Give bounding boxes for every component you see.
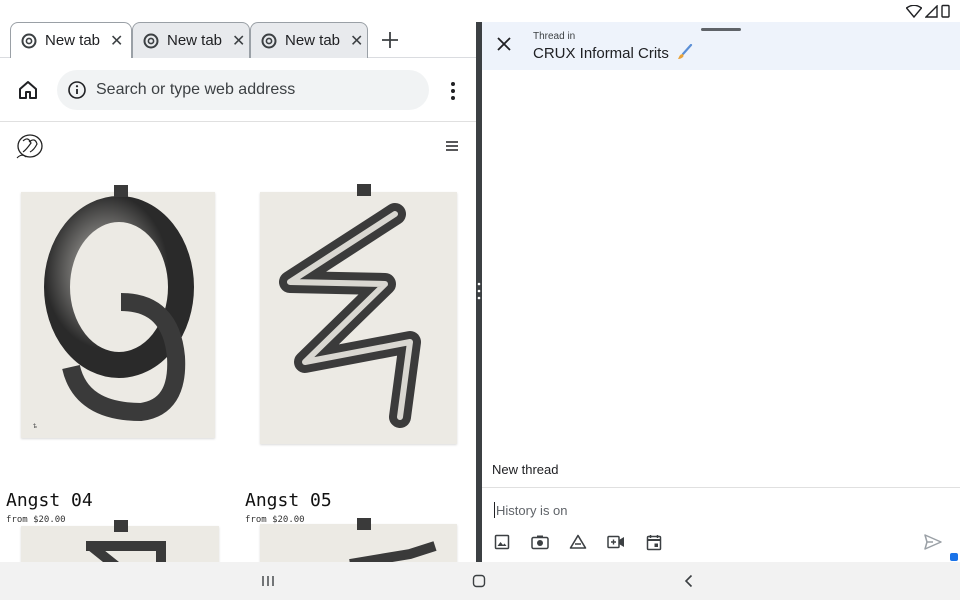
battery-icon: [941, 4, 950, 18]
tab-title: New tab: [45, 32, 101, 49]
sheet-drag-handle[interactable]: [701, 28, 741, 31]
tape: [114, 520, 128, 532]
tape: [357, 518, 371, 530]
more-vert-icon[interactable]: [446, 80, 460, 102]
product-name[interactable]: Angst 05: [245, 490, 332, 511]
back-icon[interactable]: [681, 573, 697, 589]
info-icon[interactable]: [67, 80, 87, 100]
camera-icon: [531, 535, 549, 550]
send-icon[interactable]: [923, 533, 943, 551]
wifi-icon: [906, 4, 922, 18]
calendar-icon: [646, 534, 662, 550]
message-placeholder: History is on: [496, 502, 568, 518]
tape: [114, 185, 128, 197]
new-tab-icon[interactable]: [380, 30, 400, 50]
tab-strip: New tab ✕ New tab ✕ New tab ✕: [0, 22, 476, 58]
screen: New tab ✕ New tab ✕ New tab ✕ Search or …: [0, 0, 960, 600]
tab-2[interactable]: New tab ✕: [132, 22, 250, 58]
video-meeting-icon: [607, 535, 624, 549]
recent-apps-icon[interactable]: [260, 573, 276, 589]
close-tab-icon[interactable]: ✕: [232, 31, 245, 51]
chrome-icon: [261, 33, 277, 48]
text-caret: [494, 502, 495, 518]
chrome-icon: [21, 33, 37, 48]
thread-header: Thread in CRUX Informal Crits: [482, 22, 960, 70]
message-input[interactable]: History is on: [494, 500, 914, 520]
calendar-button[interactable]: [644, 532, 664, 552]
space-name: CRUX Informal Crits: [533, 45, 669, 62]
composer-divider: [482, 487, 960, 488]
artwork-angst-04: ѣ: [33, 196, 194, 430]
site-logo[interactable]: [14, 132, 46, 162]
browser-toolbar: Search or type web address: [0, 58, 476, 122]
tab-title: New tab: [167, 32, 223, 49]
product-card[interactable]: [0, 518, 236, 562]
composer-toolbar: [492, 532, 664, 552]
chat-pane: Thread in CRUX Informal Crits New thread…: [482, 22, 960, 562]
status-bar: [0, 0, 960, 22]
product-card[interactable]: ѣ Angst 04 from $20.00: [0, 172, 236, 525]
new-thread-label: New thread: [492, 462, 559, 477]
paintbrush-icon: [678, 44, 693, 59]
image-icon: [494, 534, 510, 550]
site-header: [0, 122, 476, 172]
drag-handle-icon[interactable]: [477, 280, 481, 302]
chrome-icon: [143, 33, 159, 48]
camera-button[interactable]: [530, 532, 550, 552]
product-card[interactable]: [239, 518, 475, 562]
signal-icon: [925, 4, 938, 18]
product-name[interactable]: Angst 04: [6, 490, 93, 511]
home-icon[interactable]: [16, 78, 40, 102]
artwork-angst-05: [279, 203, 421, 428]
product-image[interactable]: [260, 192, 457, 444]
address-placeholder: Search or type web address: [96, 81, 296, 98]
video-meeting-button[interactable]: [606, 532, 626, 552]
close-tab-icon[interactable]: ✕: [350, 31, 363, 51]
close-tab-icon[interactable]: ✕: [110, 31, 123, 51]
address-bar[interactable]: Search or type web address: [57, 70, 429, 110]
badge-icon: [950, 553, 958, 561]
svg-text:ѣ: ѣ: [33, 423, 37, 430]
thread-subtitle: Thread in: [533, 31, 576, 42]
thread-title: CRUX Informal Crits: [533, 44, 693, 62]
drive-button[interactable]: [568, 532, 588, 552]
image-button[interactable]: [492, 532, 512, 552]
home-button-icon[interactable]: [471, 573, 487, 589]
product-image[interactable]: ѣ: [21, 192, 215, 438]
tab-1[interactable]: New tab ✕: [10, 22, 132, 58]
hamburger-menu-icon[interactable]: [445, 140, 459, 152]
tab-3[interactable]: New tab ✕: [250, 22, 368, 58]
tape: [357, 184, 371, 196]
status-icons: [906, 4, 950, 18]
navigation-bar: [0, 562, 960, 600]
close-icon[interactable]: [496, 36, 512, 52]
drive-icon: [569, 534, 587, 549]
browser-pane: New tab ✕ New tab ✕ New tab ✕ Search or …: [0, 22, 476, 562]
tab-title: New tab: [285, 32, 341, 49]
product-card[interactable]: Angst 05 from $20.00: [239, 172, 475, 525]
